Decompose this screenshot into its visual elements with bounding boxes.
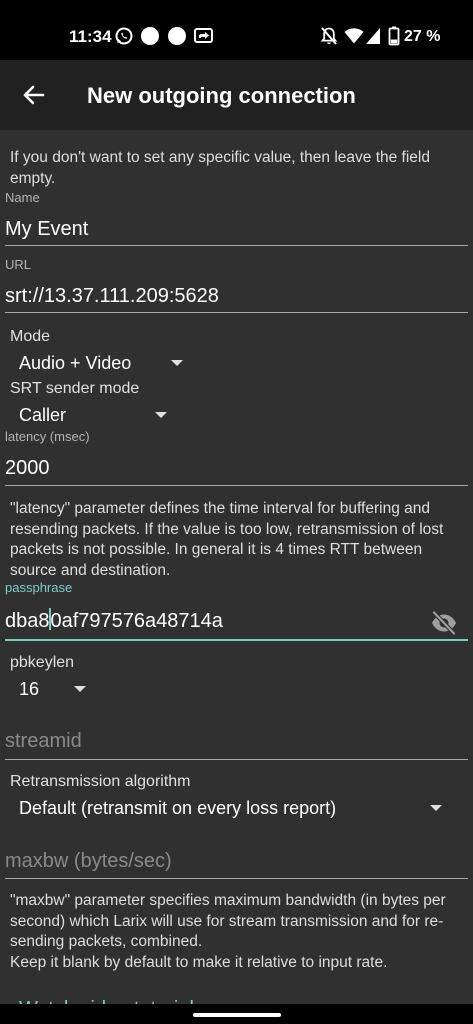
srt-sender-mode-value: Caller [19, 405, 67, 425]
mode-select[interactable]: Audio + Video [19, 351, 187, 377]
notification-dot-icon [168, 27, 186, 45]
name-field[interactable]: My Event [5, 216, 88, 242]
wifi-icon [344, 28, 364, 44]
mode-label: Mode [10, 328, 51, 345]
intro-hint: If you don't want to set any specific va… [10, 149, 430, 187]
latency-field-label: latency (msec) [5, 429, 90, 444]
retransmission-algorithm-label: Retransmission algorithm [10, 773, 191, 790]
latency-hint: "latency" parameter defines the time int… [10, 500, 444, 579]
maxbw-hint-default: Keep it blank by default to make it rela… [10, 954, 388, 971]
maxbw-field-underline [5, 878, 468, 879]
battery-icon [388, 26, 400, 46]
maxbw-hint: "maxbw" parameter specifies maximum band… [10, 892, 446, 950]
dropdown-arrow-icon [155, 412, 167, 418]
arrow-back-icon[interactable] [20, 81, 48, 109]
passphrase-text-before-cursor: dba8 [5, 610, 50, 632]
watch-video-tutorial-link[interactable]: Watch video tutorial [19, 996, 194, 1004]
name-field-underline [5, 245, 468, 246]
url-field[interactable]: srt://13.37.111.209:5628 [5, 283, 219, 309]
srt-sender-mode-select[interactable]: Caller [19, 403, 171, 429]
status-time: 11:34 [69, 27, 112, 46]
maxbw-field[interactable]: maxbw (bytes/sec) [5, 848, 172, 874]
retransmission-algorithm-value: Default (retransmit on every loss report… [19, 798, 337, 818]
mode-value: Audio + Video [19, 353, 132, 373]
passphrase-field-underline [5, 639, 468, 641]
dropdown-arrow-icon [430, 805, 442, 811]
whatsapp-icon [115, 27, 133, 45]
signal-icon [366, 28, 380, 44]
notification-dot-icon [141, 27, 159, 45]
passphrase-field[interactable]: dba80af797576a48714a [5, 608, 223, 634]
dropdown-arrow-icon [171, 360, 183, 366]
latency-field[interactable]: 2000 [5, 455, 50, 481]
name-field-label: Name [5, 190, 40, 205]
home-gesture-handle[interactable] [193, 1013, 281, 1017]
streamid-field[interactable]: streamid [5, 728, 82, 754]
passphrase-text-after-cursor: 0af797576a48714a [50, 610, 223, 632]
cast-icon [194, 28, 213, 43]
connection-form[interactable]: If you don't want to set any specific va… [0, 130, 473, 1004]
dropdown-arrow-icon [74, 686, 86, 692]
url-field-label: URL [5, 257, 32, 272]
url-field-underline [5, 312, 468, 313]
bell-off-icon [320, 27, 338, 45]
srt-sender-mode-label: SRT sender mode [10, 380, 140, 397]
passphrase-field-label: passphrase [5, 580, 73, 595]
latency-field-underline [5, 485, 468, 486]
pbkeylen-label: pbkeylen [10, 654, 75, 671]
battery-percent: 27 % [404, 28, 441, 45]
pbkeylen-value: 16 [19, 679, 40, 699]
navigation-bar [0, 1004, 473, 1024]
page-title: New outgoing connection [87, 83, 356, 108]
status-bar: 11:34 27 % [0, 0, 473, 60]
streamid-field-underline [5, 759, 468, 760]
eye-off-icon[interactable] [430, 609, 458, 637]
app-bar: New outgoing connection [0, 60, 473, 130]
retransmission-algorithm-select[interactable]: Default (retransmit on every loss report… [19, 796, 449, 822]
pbkeylen-select[interactable]: 16 [19, 677, 91, 703]
